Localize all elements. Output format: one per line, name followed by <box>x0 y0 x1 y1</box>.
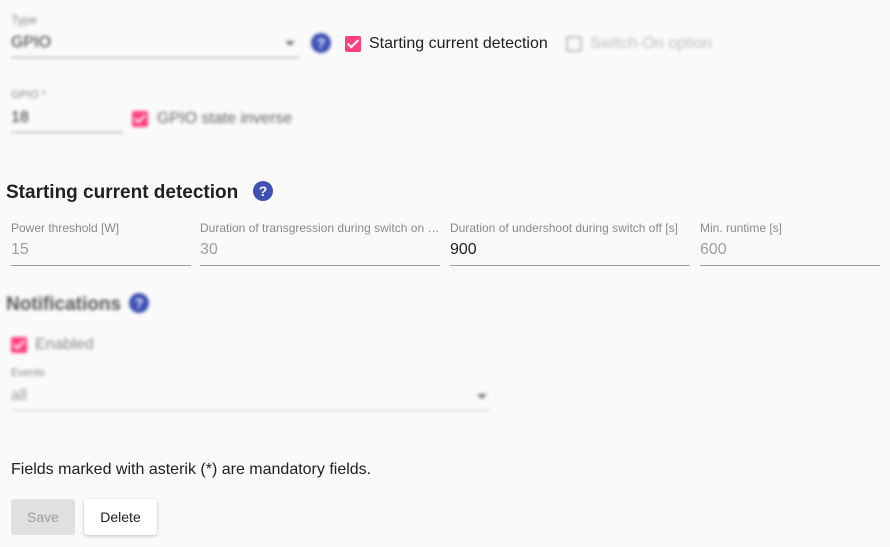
switch-on-label: Switch-On option <box>590 35 712 52</box>
chevron-down-icon <box>477 394 487 399</box>
type-underline <box>11 57 299 58</box>
transgression-duration-label: Duration of transgression during switch … <box>200 221 440 235</box>
min-runtime-label: Min. runtime [s] <box>700 221 783 235</box>
section-title-notifications: Notifications <box>6 294 122 315</box>
type-value: GPIO <box>11 34 52 51</box>
starting-current-label: Starting current detection <box>369 35 548 52</box>
notifications-enabled-label: Enabled <box>35 336 94 353</box>
power-threshold-label: Power threshold [W] <box>11 221 120 235</box>
undershoot-duration-value: 900 <box>450 241 477 258</box>
gpio-inverse-checkbox[interactable] <box>132 111 148 127</box>
save-button[interactable]: Save <box>11 499 75 535</box>
help-icon[interactable]: ? <box>129 293 149 313</box>
gpio-underline <box>11 132 123 133</box>
undershoot-duration-label: Duration of undershoot during switch off… <box>450 221 678 235</box>
help-icon[interactable]: ? <box>311 33 331 53</box>
mandatory-note: Fields marked with asterik (*) are manda… <box>11 461 372 478</box>
notifications-enabled-checkbox[interactable] <box>11 337 27 353</box>
power-threshold-value: 15 <box>11 241 29 258</box>
starting-current-checkbox[interactable] <box>345 36 361 52</box>
gpio-value: 18 <box>11 109 29 126</box>
section-title-starting-current: Starting current detection <box>6 182 239 203</box>
switch-on-checkbox[interactable] <box>566 36 582 52</box>
min-runtime-value: 600 <box>700 241 727 258</box>
field-underline <box>450 265 690 266</box>
field-underline <box>11 410 490 411</box>
chevron-down-icon <box>285 41 295 46</box>
delete-button[interactable]: Delete <box>84 499 157 535</box>
gpio-inverse-label: GPIO state inverse <box>157 110 293 127</box>
gpio-label: GPIO * <box>11 89 46 101</box>
events-label: Events <box>11 367 45 379</box>
help-icon[interactable]: ? <box>253 181 273 201</box>
field-underline <box>200 265 440 266</box>
transgression-duration-value: 30 <box>200 241 218 258</box>
events-value: all <box>11 387 28 404</box>
field-underline <box>700 265 880 266</box>
field-underline <box>11 265 191 266</box>
type-label: Type <box>11 13 38 27</box>
